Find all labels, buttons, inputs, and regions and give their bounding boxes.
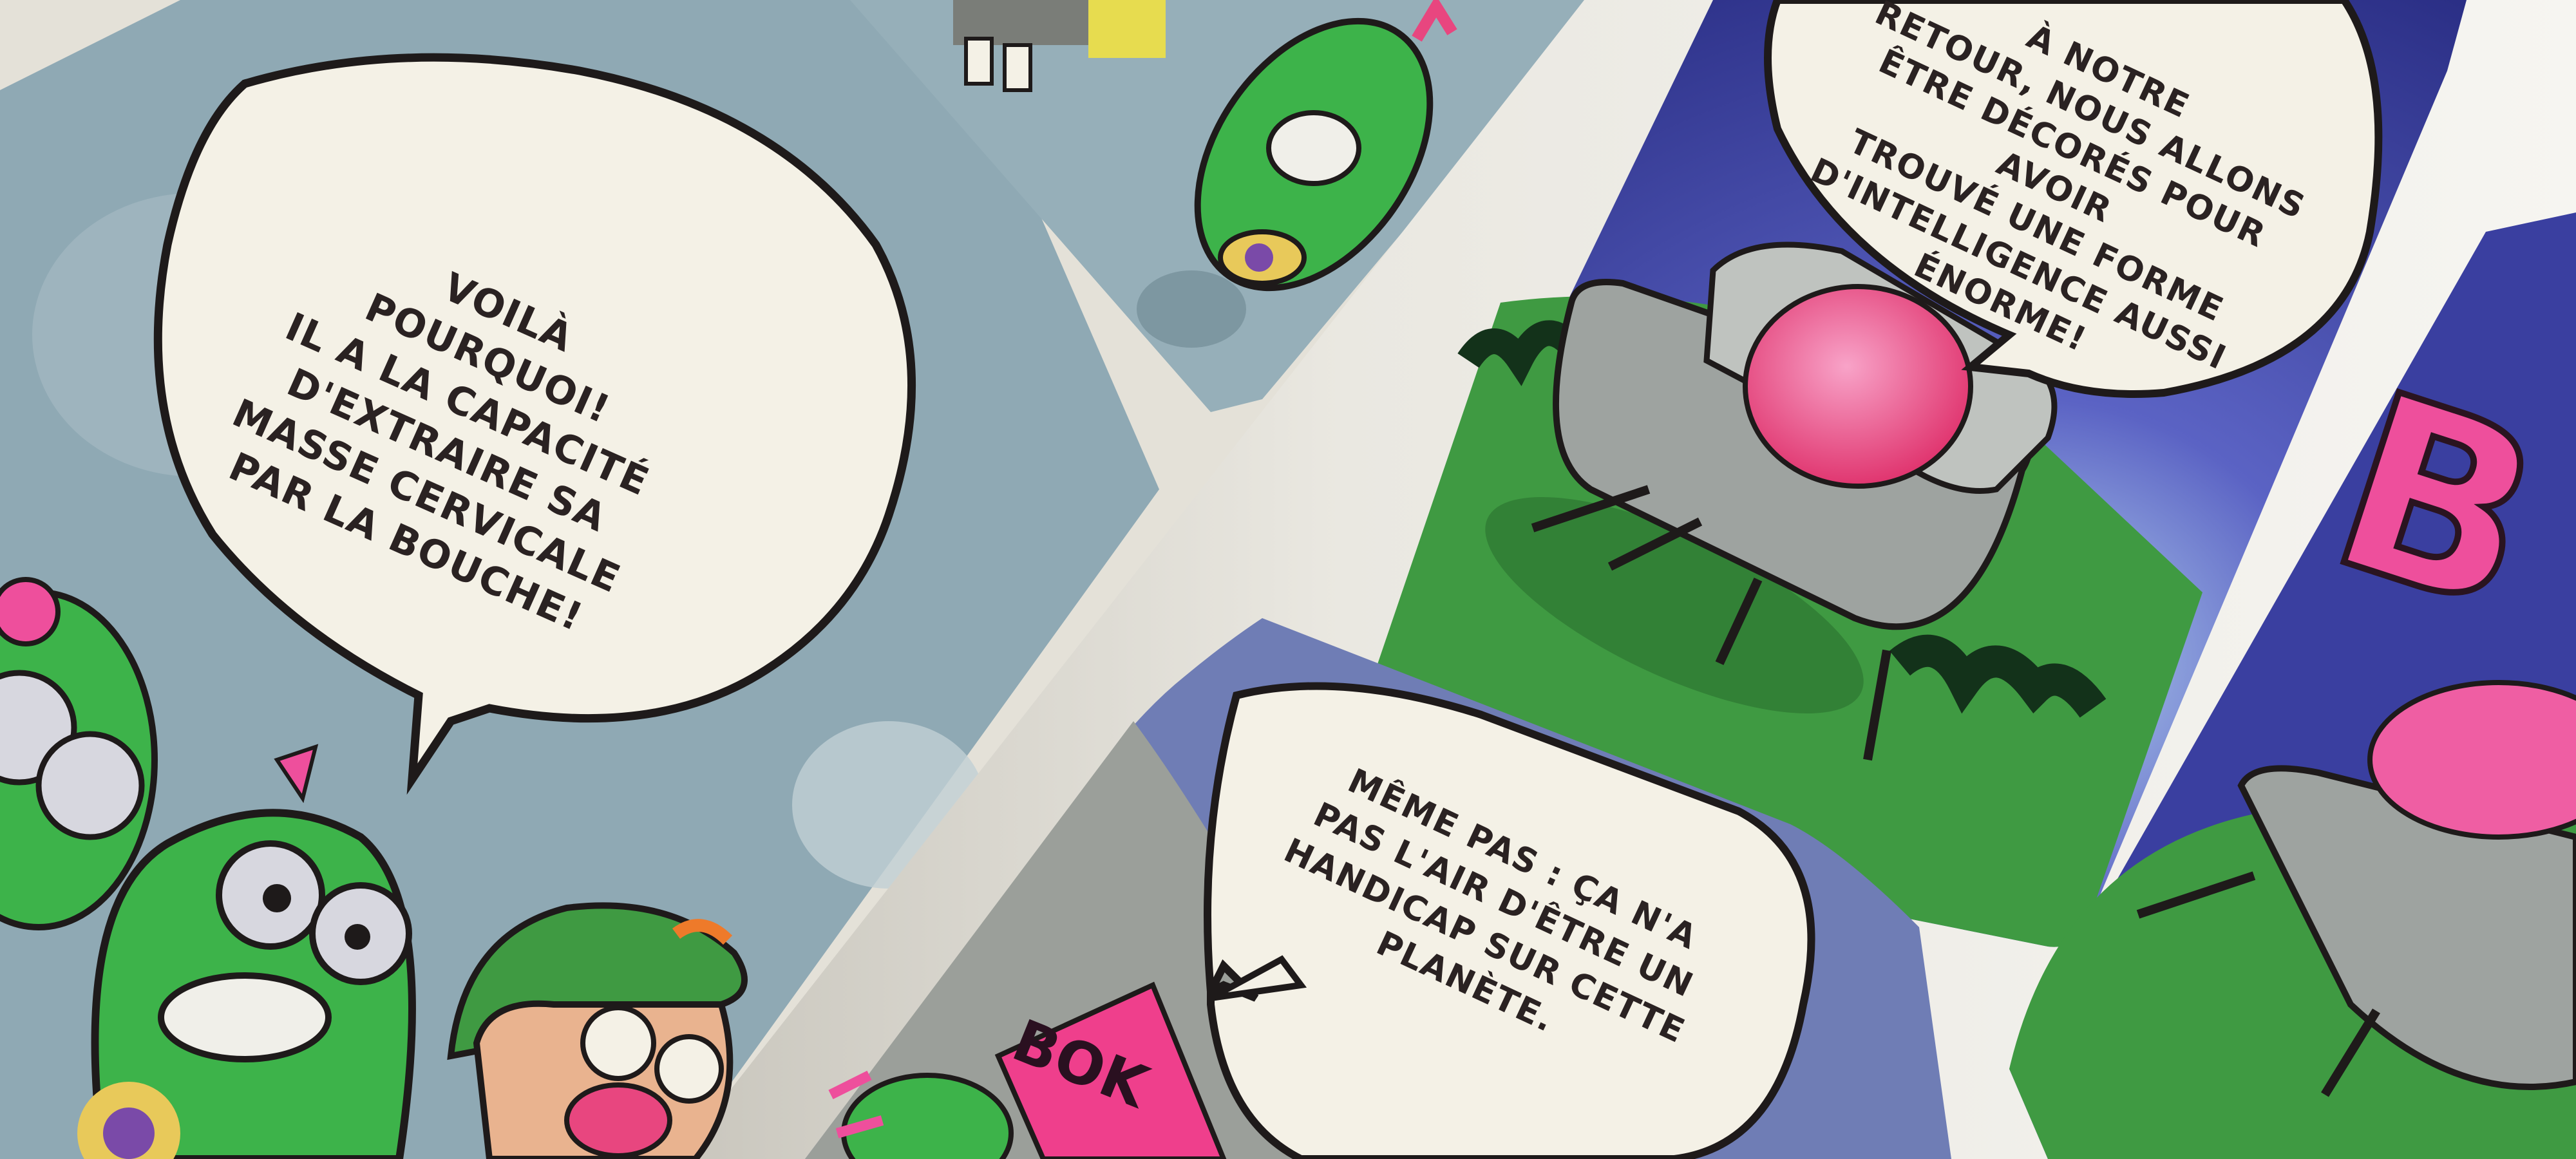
boy-green-cap [447, 902, 748, 1159]
